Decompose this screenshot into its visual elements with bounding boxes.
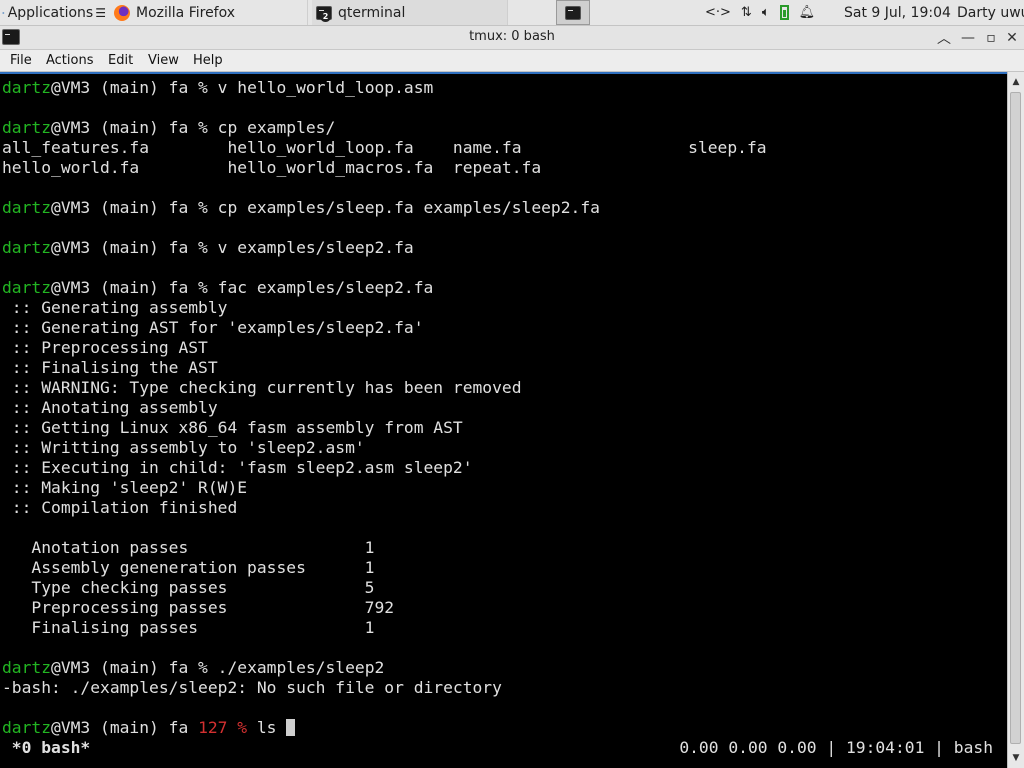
taskbar-item-label: Mozilla Firefox (136, 4, 236, 21)
prompt-host: @VM3 (main) fa % (51, 78, 218, 97)
command-text: v hello_world_loop.asm (217, 78, 434, 97)
maximize-icon[interactable]: ▫ (981, 28, 1001, 48)
compile-log-line: :: Getting Linux x86_64 fasm assembly fr… (2, 418, 463, 437)
prompt-user: dartz (2, 78, 52, 97)
compile-log-line: :: Anotating assembly (2, 398, 218, 417)
compile-log-line: :: Preprocessing AST (2, 338, 208, 357)
ls-output-line: hello_world.fa hello_world_macros.fa rep… (2, 158, 542, 177)
prompt-host: @VM3 (main) fa % (51, 198, 218, 217)
clock[interactable]: Sat 9 Jul, 19:04 (844, 0, 951, 25)
menu-help[interactable]: Help (193, 53, 223, 68)
terminal-launcher-button[interactable] (556, 0, 590, 25)
command-text: ./examples/sleep2 (217, 658, 385, 677)
minimize-icon[interactable]: — (958, 28, 978, 48)
volume-icon[interactable]: 🔈︎ (762, 5, 770, 20)
menu-edit[interactable]: Edit (108, 53, 133, 68)
current-prompt-line[interactable]: dartz@VM3 (main) fa 127 % ls (2, 718, 296, 738)
command-text: fac examples/sleep2.fa (217, 278, 434, 297)
text-cursor (286, 719, 296, 736)
terminal-line: dartz@VM3 (main) fa % fac examples/sleep… (2, 278, 433, 298)
scroll-up-arrow-icon[interactable]: ▲ (1008, 74, 1024, 90)
menu-file[interactable]: File (10, 53, 32, 68)
prompt-user: dartz (2, 658, 52, 677)
battery-icon[interactable] (779, 5, 789, 20)
prompt-host: @VM3 (main) fa % (51, 658, 218, 677)
terminal-line: dartz@VM3 (main) fa % cp examples/sleep.… (2, 198, 600, 218)
prompt-user: dartz (2, 198, 52, 217)
applications-label: Applications (7, 4, 94, 21)
compile-log-line: :: Generating AST for 'examples/sleep2.f… (2, 318, 424, 337)
taskbar-item-firefox[interactable]: Mozilla Firefox (110, 0, 308, 25)
prompt-user: dartz (2, 278, 52, 297)
compile-log-line: :: Generating assembly (2, 298, 228, 317)
compile-log-line: :: Making 'sleep2' R(W)E (2, 478, 248, 497)
terminal-line: dartz@VM3 (main) fa % v examples/sleep2.… (2, 238, 414, 258)
prompt-host: @VM3 (main) fa % (51, 118, 218, 137)
window-titlebar[interactable]: tmux: 0 bash ︿ — ▫ ✕ (0, 26, 1024, 50)
compile-log-line: :: WARNING: Type checking currently has … (2, 378, 522, 397)
prompt-host: @VM3 (main) fa % (51, 278, 218, 297)
command-text: cp examples/ (217, 118, 336, 137)
tmux-window-list[interactable]: *0 bash* (2, 738, 90, 758)
stats-line: Assembly geneneration passes 1 (2, 558, 375, 577)
compile-log-line: :: Writting assembly to 'sleep2.asm' (2, 438, 365, 457)
bell-icon[interactable]: 🔔︎ (799, 5, 816, 20)
system-tray: <·> ⇅ 🔈︎ 🔔︎ (705, 0, 815, 25)
error-line: -bash: ./examples/sleep2: No such file o… (2, 678, 502, 697)
terminal-icon (565, 5, 581, 20)
command-input[interactable]: ls (247, 718, 286, 737)
prompt-user: dartz (2, 718, 52, 737)
terminal-scrollbar[interactable]: ▲ ▼ (1007, 72, 1024, 768)
ls-output-line: all_features.fa hello_world_loop.fa name… (2, 138, 767, 157)
stats-line: Preprocessing passes 792 (2, 598, 395, 617)
compile-log-line: :: Executing in child: 'fasm sleep2.asm … (2, 458, 473, 477)
group-count-badge: 2 (320, 11, 331, 22)
menu-view[interactable]: View (148, 53, 179, 68)
command-text: cp examples/sleep.fa examples/sleep2.fa (217, 198, 600, 217)
command-text: v examples/sleep2.fa (217, 238, 414, 257)
user-menu[interactable]: Darty uwu (957, 0, 1024, 25)
prompt-host: @VM3 (main) fa % (51, 238, 218, 257)
applications-arrow-icon: ☰ (95, 5, 106, 20)
firefox-icon (114, 4, 130, 21)
transfer-arrows-icon[interactable]: ⇅ (741, 5, 752, 20)
taskbar-item-label: qterminal (338, 4, 406, 21)
window-title: tmux: 0 bash (469, 29, 555, 44)
compile-log-line: :: Compilation finished (2, 498, 238, 517)
network-icon[interactable]: <·> (705, 5, 731, 20)
close-icon[interactable]: ✕ (1002, 28, 1022, 48)
terminal-view[interactable]: dartz@VM3 (main) fa % v hello_world_loop… (0, 72, 1007, 768)
scrollbar-thumb[interactable] (1010, 92, 1021, 744)
menu-actions[interactable]: Actions (46, 53, 94, 68)
menu-bar: File Actions Edit View Help (0, 50, 1024, 72)
top-panel: Applications ☰ Mozilla Firefox qterminal… (0, 0, 1024, 26)
applications-menu-button[interactable]: Applications ☰ (0, 0, 106, 25)
chevron-up-icon[interactable]: ︿ (934, 28, 954, 48)
exit-code: 127 % (198, 718, 248, 737)
tmux-status-right: 0.00 0.00 0.00 | 19:04:01 | bash (679, 738, 993, 757)
prompt-user: dartz (2, 118, 52, 137)
prompt-user: dartz (2, 238, 52, 257)
taskbar-item-qterminal[interactable]: qterminal (312, 0, 508, 25)
xfce-mouse-icon (2, 11, 5, 14)
scroll-down-arrow-icon[interactable]: ▼ (1008, 750, 1024, 766)
prompt-host: @VM3 (main) fa (51, 718, 199, 737)
stats-line: Anotation passes 1 (2, 538, 375, 557)
terminal-line: dartz@VM3 (main) fa % v hello_world_loop… (2, 78, 433, 98)
terminal-line: dartz@VM3 (main) fa % cp examples/ (2, 118, 335, 138)
stats-line: Finalising passes 1 (2, 618, 375, 637)
stats-line: Type checking passes 5 (2, 578, 375, 597)
compile-log-line: :: Finalising the AST (2, 358, 218, 377)
terminal-line: dartz@VM3 (main) fa % ./examples/sleep2 (2, 658, 384, 678)
